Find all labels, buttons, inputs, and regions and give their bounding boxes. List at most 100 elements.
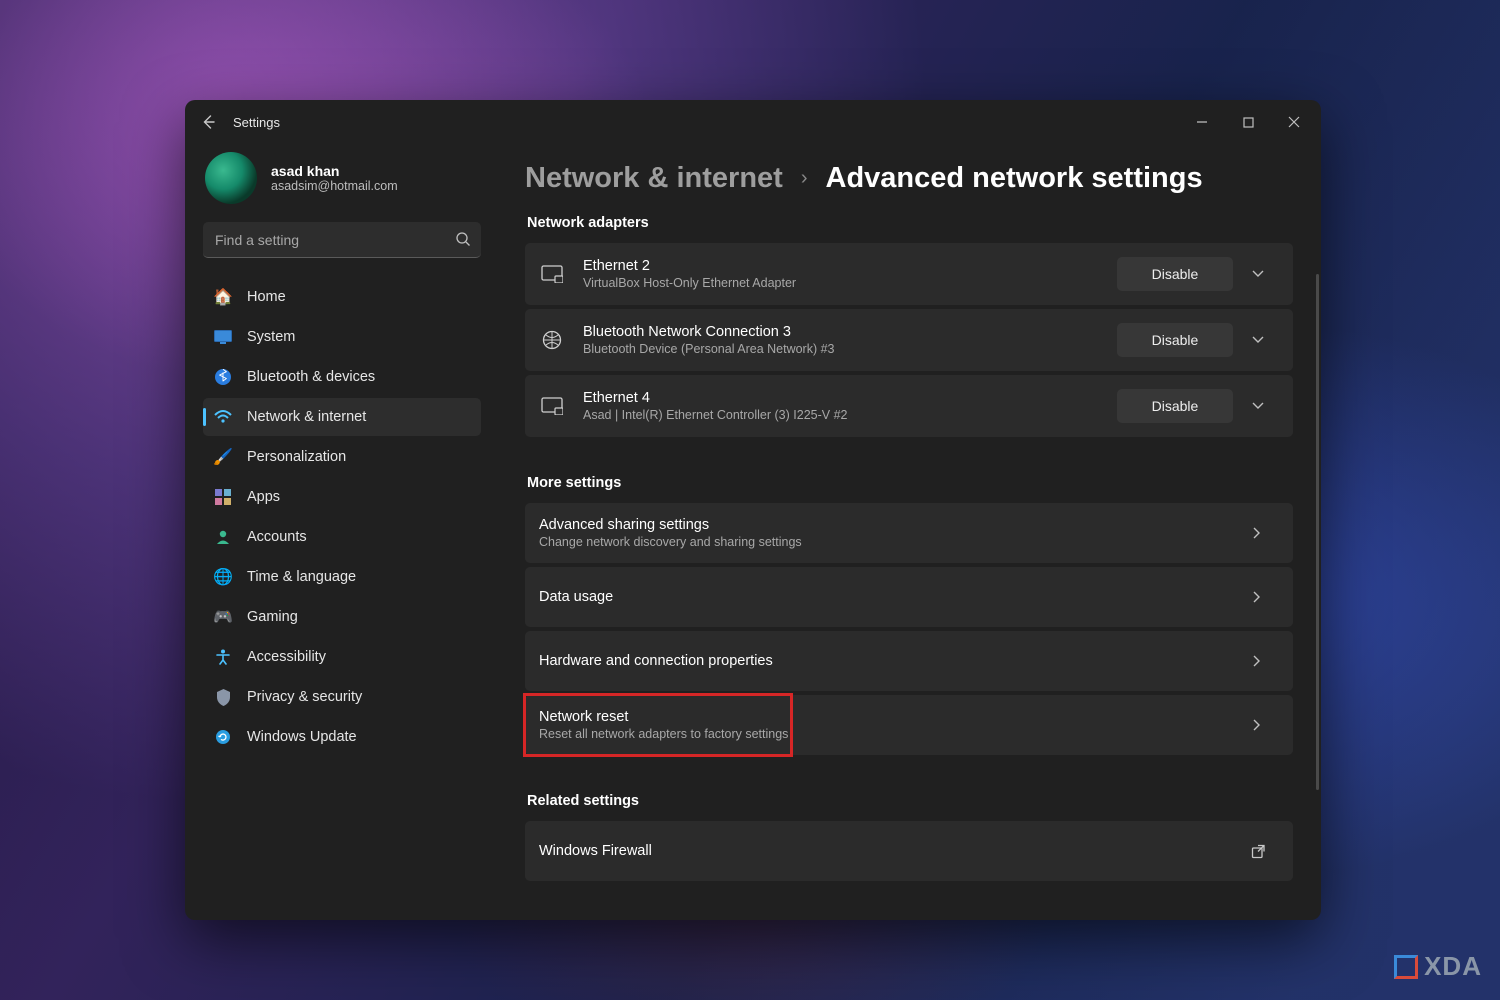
- window-title: Settings: [233, 115, 280, 130]
- ethernet-icon: [539, 265, 565, 283]
- system-icon: [213, 327, 233, 347]
- expand-button[interactable]: [1251, 267, 1279, 281]
- gamepad-icon: 🎮: [213, 607, 233, 627]
- apps-icon: [213, 487, 233, 507]
- watermark: XDA: [1394, 951, 1482, 982]
- person-icon: [213, 527, 233, 547]
- sidebar-item-label: Accessibility: [247, 649, 326, 665]
- chevron-right-icon: [1251, 590, 1279, 604]
- chevron-right-icon: [1251, 654, 1279, 668]
- windows-firewall[interactable]: Windows Firewall: [525, 821, 1293, 881]
- search-box[interactable]: [203, 222, 481, 258]
- maximize-button[interactable]: [1225, 100, 1271, 144]
- sidebar-item-privacy[interactable]: Privacy & security: [203, 678, 481, 716]
- section-more-title: More settings: [527, 475, 1293, 491]
- sidebar-item-network[interactable]: Network & internet: [203, 398, 481, 436]
- sidebar-item-label: Privacy & security: [247, 689, 362, 705]
- section-related-title: Related settings: [527, 793, 1293, 809]
- sidebar: asad khan asadsim@hotmail.com 🏠 Home Syst…: [185, 144, 495, 920]
- user-name: asad khan: [271, 163, 398, 179]
- user-email: asadsim@hotmail.com: [271, 179, 398, 193]
- brush-icon: 🖌️: [213, 447, 233, 467]
- sidebar-item-label: System: [247, 329, 295, 345]
- sidebar-item-home[interactable]: 🏠 Home: [203, 278, 481, 316]
- network-reset[interactable]: Network reset Reset all network adapters…: [525, 695, 1293, 755]
- link-title: Data usage: [539, 589, 1251, 605]
- breadcrumb: Network & internet › Advanced network se…: [525, 162, 1293, 195]
- home-icon: 🏠: [213, 287, 233, 307]
- hardware-connection-properties[interactable]: Hardware and connection properties: [525, 631, 1293, 691]
- sidebar-item-accounts[interactable]: Accounts: [203, 518, 481, 556]
- adapter-title: Ethernet 4: [583, 390, 1099, 406]
- sidebar-item-label: Time & language: [247, 569, 356, 585]
- link-title: Network reset: [539, 709, 1251, 725]
- link-title: Hardware and connection properties: [539, 653, 1251, 669]
- minimize-button[interactable]: [1179, 100, 1225, 144]
- sidebar-item-bluetooth[interactable]: Bluetooth & devices: [203, 358, 481, 396]
- avatar: [205, 152, 257, 204]
- advanced-sharing-settings[interactable]: Advanced sharing settings Change network…: [525, 503, 1293, 563]
- adapter-row: Ethernet 2 VirtualBox Host-Only Ethernet…: [525, 243, 1293, 305]
- minimize-icon: [1196, 116, 1208, 128]
- ethernet-icon: [539, 397, 565, 415]
- sidebar-item-label: Network & internet: [247, 409, 366, 425]
- sidebar-item-label: Apps: [247, 489, 280, 505]
- nav-list: 🏠 Home System Bluetooth & devices Network…: [203, 278, 481, 756]
- arrow-left-icon: [201, 114, 217, 130]
- disable-button[interactable]: Disable: [1117, 389, 1233, 423]
- close-icon: [1288, 116, 1300, 128]
- shield-icon: [213, 687, 233, 707]
- globe-clock-icon: 🌐: [213, 567, 233, 587]
- adapter-sub: VirtualBox Host-Only Ethernet Adapter: [583, 276, 1099, 290]
- breadcrumb-parent[interactable]: Network & internet: [525, 162, 783, 195]
- titlebar: Settings: [185, 100, 1321, 144]
- sidebar-item-system[interactable]: System: [203, 318, 481, 356]
- sidebar-item-label: Home: [247, 289, 286, 305]
- expand-button[interactable]: [1251, 399, 1279, 413]
- data-usage[interactable]: Data usage: [525, 567, 1293, 627]
- adapter-row: Ethernet 4 Asad | Intel(R) Ethernet Cont…: [525, 375, 1293, 437]
- link-title: Advanced sharing settings: [539, 517, 1251, 533]
- sidebar-item-time[interactable]: 🌐 Time & language: [203, 558, 481, 596]
- adapter-title: Bluetooth Network Connection 3: [583, 324, 1099, 340]
- sidebar-item-gaming[interactable]: 🎮 Gaming: [203, 598, 481, 636]
- main-content: Network & internet › Advanced network se…: [495, 144, 1321, 920]
- chevron-right-icon: [1251, 526, 1279, 540]
- scrollbar[interactable]: [1316, 274, 1319, 790]
- accessibility-icon: [213, 647, 233, 667]
- adapter-sub: Bluetooth Device (Personal Area Network)…: [583, 342, 1099, 356]
- chevron-down-icon: [1251, 399, 1265, 413]
- link-sub: Reset all network adapters to factory se…: [539, 727, 1251, 741]
- user-profile[interactable]: asad khan asadsim@hotmail.com: [205, 152, 481, 204]
- maximize-icon: [1243, 117, 1254, 128]
- sidebar-item-label: Windows Update: [247, 729, 357, 745]
- settings-window: Settings asad khan asadsim@hotmail.com 🏠…: [185, 100, 1321, 920]
- search-icon: [455, 231, 471, 247]
- sidebar-item-personalization[interactable]: 🖌️ Personalization: [203, 438, 481, 476]
- bluetooth-icon: [213, 367, 233, 387]
- disable-button[interactable]: Disable: [1117, 257, 1233, 291]
- page-title: Advanced network settings: [826, 162, 1203, 195]
- sidebar-item-update[interactable]: Windows Update: [203, 718, 481, 756]
- adapter-title: Ethernet 2: [583, 258, 1099, 274]
- link-title: Windows Firewall: [539, 843, 1251, 859]
- sidebar-item-label: Accounts: [247, 529, 307, 545]
- external-link-icon: [1251, 844, 1279, 859]
- chevron-down-icon: [1251, 267, 1265, 281]
- expand-button[interactable]: [1251, 333, 1279, 347]
- search-input[interactable]: [203, 222, 481, 258]
- section-adapters-title: Network adapters: [527, 215, 1293, 231]
- back-button[interactable]: [189, 100, 229, 144]
- close-button[interactable]: [1271, 100, 1317, 144]
- bluetooth-net-icon: [539, 330, 565, 350]
- adapter-row: Bluetooth Network Connection 3 Bluetooth…: [525, 309, 1293, 371]
- chevron-down-icon: [1251, 333, 1265, 347]
- sidebar-item-apps[interactable]: Apps: [203, 478, 481, 516]
- disable-button[interactable]: Disable: [1117, 323, 1233, 357]
- sidebar-item-accessibility[interactable]: Accessibility: [203, 638, 481, 676]
- watermark-text: XDA: [1424, 951, 1482, 982]
- sidebar-item-label: Personalization: [247, 449, 346, 465]
- watermark-logo-icon: [1394, 955, 1418, 979]
- link-sub: Change network discovery and sharing set…: [539, 535, 1251, 549]
- sidebar-item-label: Gaming: [247, 609, 298, 625]
